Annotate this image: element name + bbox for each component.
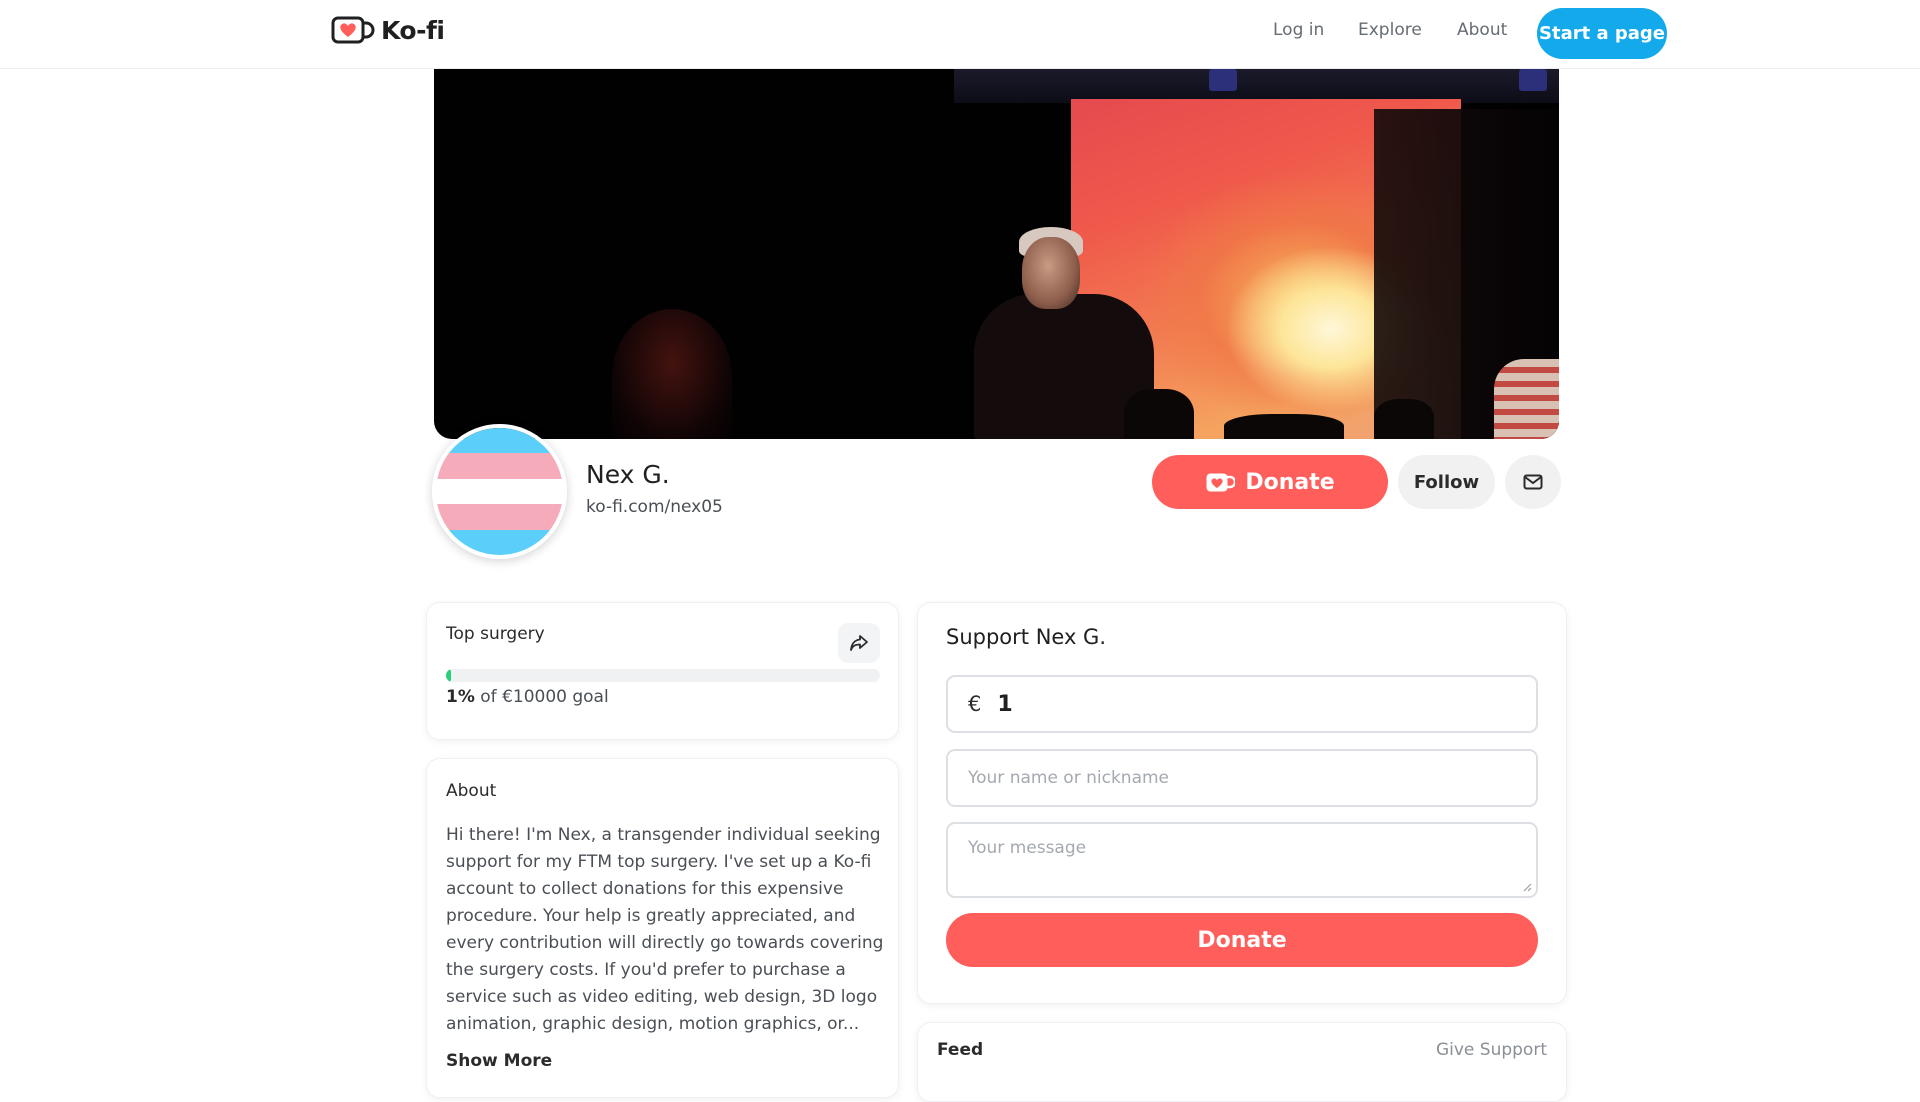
about-description: Hi there! I'm Nex, a transgender individ… [446, 825, 884, 1034]
message-button[interactable] [1505, 455, 1561, 509]
start-a-page-button[interactable]: Start a page [1537, 8, 1667, 59]
resize-grip-icon[interactable] [1522, 882, 1532, 892]
donate-header-label: Donate [1245, 469, 1335, 495]
nav-about-link[interactable]: About [1457, 20, 1507, 40]
logo-text: Ko-fi [381, 15, 445, 45]
name-input[interactable]: Your name or nickname [946, 749, 1538, 807]
goal-progress-fill [446, 669, 452, 682]
give-support-link[interactable]: Give Support [1436, 1040, 1547, 1060]
flag-stripe-pink [436, 453, 563, 479]
background-figure [612, 309, 732, 439]
mail-icon [1523, 474, 1543, 490]
name-input-placeholder: Your name or nickname [968, 768, 1170, 788]
kofi-logo[interactable]: Ko-fi [331, 14, 445, 46]
show-more-link[interactable]: Show More [446, 1051, 552, 1071]
profile-name: Nex G. [586, 460, 670, 489]
stage-truss [954, 69, 1559, 103]
profile-url: ko-fi.com/nex05 [586, 497, 723, 517]
goal-progress-bar [446, 669, 880, 682]
kofi-cup-icon [331, 16, 375, 44]
cover-banner-image [434, 69, 1559, 439]
feed-title: Feed [937, 1040, 984, 1060]
share-goal-button[interactable] [838, 623, 880, 663]
profile-avatar[interactable] [432, 424, 567, 559]
audience-member [1494, 359, 1559, 439]
goal-percent: 1% [446, 687, 475, 707]
about-title: About [446, 781, 497, 801]
flag-stripe-blue [436, 529, 563, 555]
crowd-silhouette [1374, 399, 1434, 439]
crowd-silhouette [1124, 389, 1194, 439]
follow-button[interactable]: Follow [1398, 455, 1495, 509]
goal-target: of €10000 goal [480, 687, 609, 707]
stage-light [1519, 69, 1547, 91]
currency-symbol: € [968, 692, 982, 716]
share-icon [850, 635, 868, 651]
donate-submit-button[interactable]: Donate [946, 913, 1538, 967]
support-title: Support Nex G. [946, 625, 1107, 649]
stage-light [1209, 69, 1237, 91]
nav-login-link[interactable]: Log in [1273, 20, 1324, 40]
nav-explore-link[interactable]: Explore [1358, 20, 1422, 40]
message-input-placeholder: Your message [968, 838, 1087, 858]
crowd-silhouette [1224, 414, 1344, 439]
singer-head [1022, 237, 1080, 309]
feed-card: Feed Give Support [917, 1022, 1567, 1102]
support-card: Support Nex G. € 1 Your name or nickname… [917, 602, 1567, 1004]
top-navigation-bar: Ko-fi Log in Explore About Start a page [0, 0, 1920, 69]
donation-amount-value: 1 [997, 691, 1013, 717]
goal-title: Top surgery [446, 624, 545, 644]
donation-amount-input[interactable]: € 1 [946, 675, 1538, 733]
message-textarea[interactable]: Your message [946, 822, 1538, 898]
goal-card: Top surgery 1% of €10000 goal [426, 602, 899, 740]
donate-header-button[interactable]: Donate [1152, 455, 1388, 509]
flag-stripe-white [436, 478, 563, 505]
goal-progress-text: 1% of €10000 goal [446, 687, 609, 707]
flag-stripe-pink [436, 504, 563, 530]
about-card: About Hi there! I'm Nex, a transgender i… [426, 758, 899, 1098]
kofi-cup-icon [1206, 473, 1236, 491]
